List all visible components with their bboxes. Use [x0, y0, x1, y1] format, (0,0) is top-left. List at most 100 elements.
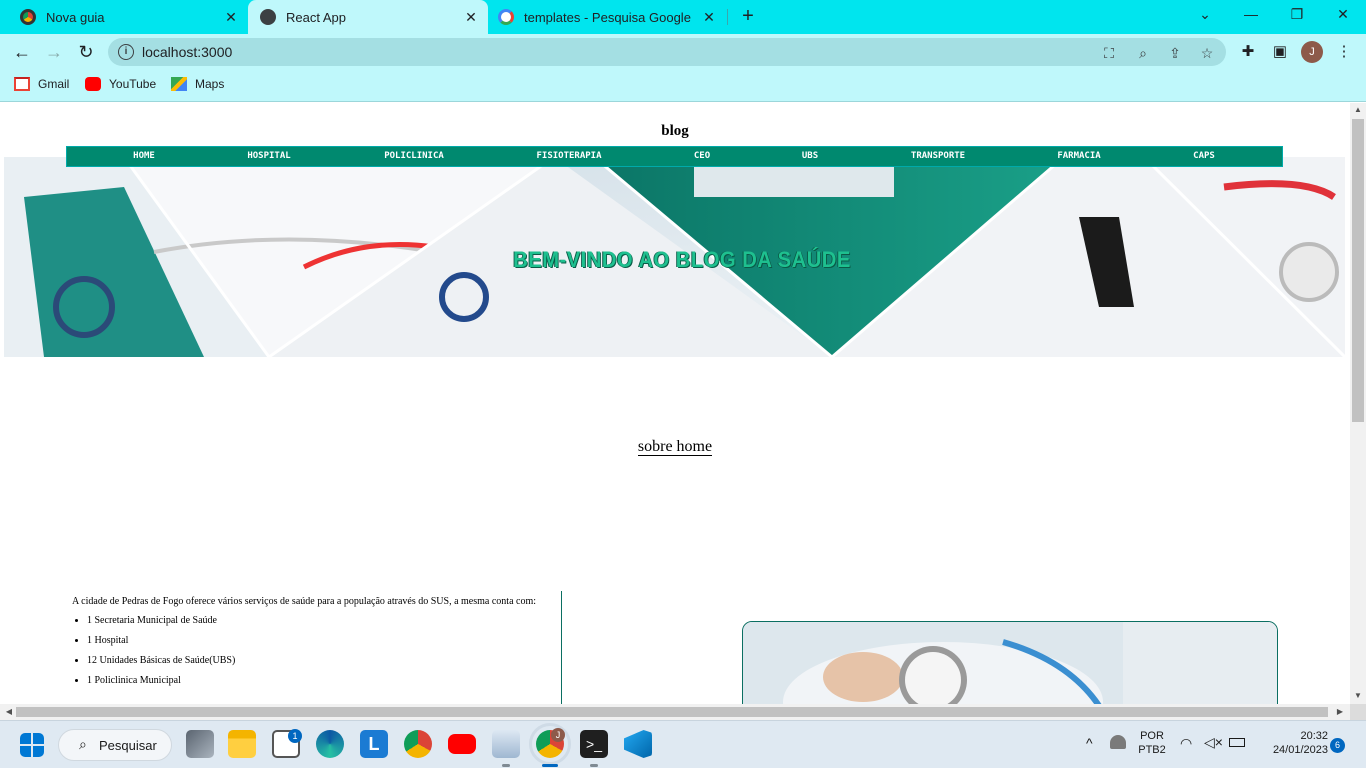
share-icon[interactable]: ⇪	[1166, 44, 1184, 62]
globe-icon	[260, 9, 276, 25]
tab-label: Nova guia	[46, 9, 105, 25]
photos-app-icon[interactable]	[492, 730, 520, 767]
file-explorer-icon[interactable]	[228, 730, 256, 758]
menu-hospital[interactable]: HOSPITAL	[247, 151, 290, 161]
extensions-icon[interactable]: ✚	[1238, 42, 1258, 62]
tab-react-app[interactable]: React App ✕	[248, 0, 488, 34]
menu-farmacia[interactable]: FARMACIA	[1057, 151, 1100, 161]
scroll-down-icon[interactable]: ▼	[1350, 689, 1366, 703]
tab-nova-guia[interactable]: Nova guia ✕	[8, 0, 248, 34]
bookmark-star-icon[interactable]: ☆	[1198, 44, 1216, 62]
services-box: A cidade de Pedras de Fogo oferece vário…	[72, 591, 562, 704]
site-info-icon[interactable]: i	[118, 44, 134, 60]
terminal-icon[interactable]: >_	[580, 730, 608, 767]
list-item: 1 Hospital	[87, 635, 561, 646]
windows-taskbar: ⌕ Pesquisar 1 L J >_ ^ POR PTB2 ◠ ◁× 20:…	[0, 720, 1366, 768]
launcher-l-icon[interactable]: L	[360, 730, 388, 758]
restore-button[interactable]: ❐	[1274, 0, 1320, 30]
tab-label: React App	[286, 9, 346, 25]
horizontal-scrollbar[interactable]: ◀ ▶	[0, 704, 1350, 720]
scroll-thumb[interactable]	[16, 707, 1328, 717]
menu-transporte[interactable]: TRANSPORTE	[911, 151, 965, 161]
zoom-icon[interactable]: ⌕	[1134, 44, 1152, 62]
close-icon[interactable]: ✕	[700, 8, 718, 26]
maps-icon	[171, 77, 187, 91]
services-intro: A cidade de Pedras de Fogo oferece vário…	[72, 596, 537, 607]
tab-search-icon[interactable]: ⌄	[1182, 0, 1228, 30]
menu-fisioterapia[interactable]: FISIOTERAPIA	[536, 151, 601, 161]
sobre-home-link[interactable]: sobre home	[637, 438, 713, 456]
scrollbar-corner	[1350, 704, 1366, 720]
menu-home[interactable]: HOME	[133, 151, 155, 161]
scroll-left-icon[interactable]: ◀	[2, 704, 16, 720]
close-window-button[interactable]: ✕	[1320, 0, 1366, 30]
onedrive-icon[interactable]	[1110, 735, 1126, 749]
close-icon[interactable]: ✕	[462, 8, 480, 26]
clock-time: 20:32	[1300, 730, 1328, 742]
vertical-scrollbar[interactable]: ▲ ▼	[1350, 103, 1366, 704]
menu-ubs[interactable]: UBS	[802, 151, 818, 161]
bookmarks-bar: Gmail YouTube Maps	[0, 70, 1366, 102]
youtube-app-icon[interactable]	[448, 734, 476, 754]
section-heading: sobre home	[0, 438, 1350, 456]
youtube-icon	[85, 77, 101, 91]
bookmark-label: YouTube	[109, 77, 157, 91]
store-badge: 1	[288, 729, 302, 743]
search-label: Pesquisar	[99, 738, 157, 753]
forward-button[interactable]: →	[42, 40, 66, 64]
language-indicator[interactable]: POR PTB2	[1134, 730, 1170, 756]
main-menu: HOME HOSPITAL POLICLINICA FISIOTERAPIA C…	[66, 146, 1283, 167]
reload-button[interactable]: ↻	[74, 40, 98, 64]
chrome-icon	[20, 9, 36, 25]
url-text: localhost:3000	[142, 44, 233, 60]
scroll-right-icon[interactable]: ▶	[1333, 704, 1347, 720]
services-list: 1 Secretaria Municipal de Saúde 1 Hospit…	[87, 615, 561, 686]
search-icon: ⌕	[79, 736, 87, 752]
new-tab-button[interactable]: +	[736, 6, 760, 28]
bookmark-label: Maps	[195, 77, 225, 91]
close-icon[interactable]: ✕	[222, 8, 240, 26]
list-item: 12 Unidades Básicas de Saúde(UBS)	[87, 655, 561, 666]
scroll-thumb[interactable]	[1352, 119, 1364, 422]
address-bar[interactable]: i localhost:3000 ⛶ ⌕ ⇪ ☆	[108, 38, 1226, 66]
list-item: 1 Policlinica Municipal	[87, 675, 561, 686]
keyboard-layout: PTB2	[1138, 744, 1166, 756]
page-viewport: blog BEM-VINDO AO BLOG DA SAÚDE HOME HOS…	[0, 103, 1350, 704]
notification-badge[interactable]: 6	[1330, 738, 1345, 753]
windows-start-icon[interactable]	[20, 733, 44, 757]
browser-toolbar: ← → ↻ i localhost:3000 ⛶ ⌕ ⇪ ☆ ✚ ▣ ⋮	[0, 34, 1366, 70]
back-button[interactable]: ←	[10, 40, 34, 64]
bookmark-maps[interactable]: Maps	[171, 77, 224, 91]
page-title: blog	[661, 123, 689, 139]
profile-avatar[interactable]: J	[1301, 41, 1323, 63]
language-code: POR	[1140, 730, 1164, 742]
chrome-icon[interactable]	[404, 730, 432, 758]
bookmark-youtube[interactable]: YouTube	[85, 77, 156, 91]
chrome-profile-badge: J	[551, 728, 565, 742]
taskbar-search[interactable]: ⌕ Pesquisar	[58, 729, 172, 761]
minimize-button[interactable]: —	[1228, 0, 1274, 30]
tab-separator	[727, 9, 728, 25]
menu-policlinica[interactable]: POLICLINICA	[384, 151, 444, 161]
side-panel-icon[interactable]: ▣	[1270, 42, 1290, 62]
tab-google-search[interactable]: templates - Pesquisa Google ✕	[488, 0, 726, 34]
task-view-icon[interactable]	[186, 730, 214, 758]
vscode-icon[interactable]	[624, 730, 652, 758]
wifi-icon[interactable]: ◠	[1180, 735, 1192, 752]
gmail-icon	[14, 77, 30, 91]
menu-ceo[interactable]: CEO	[694, 151, 710, 161]
menu-caps[interactable]: CAPS	[1193, 151, 1215, 161]
translate-icon[interactable]: ⛶	[1100, 44, 1118, 62]
bookmark-gmail[interactable]: Gmail	[14, 77, 69, 91]
scroll-up-icon[interactable]: ▲	[1350, 103, 1366, 117]
banner-heading: BEM-VINDO AO BLOG DA SAÚDE	[513, 247, 851, 272]
battery-icon[interactable]	[1229, 738, 1245, 747]
menu-icon[interactable]: ⋮	[1334, 42, 1354, 62]
tab-label: templates - Pesquisa Google	[524, 9, 691, 25]
volume-muted-icon[interactable]: ◁×	[1204, 734, 1223, 751]
doctor-image-card	[742, 621, 1278, 704]
edge-icon[interactable]	[316, 730, 344, 758]
google-icon	[498, 9, 514, 25]
chevron-up-icon[interactable]: ^	[1086, 735, 1093, 751]
clock[interactable]: 20:32 24/01/2023	[1256, 730, 1328, 756]
